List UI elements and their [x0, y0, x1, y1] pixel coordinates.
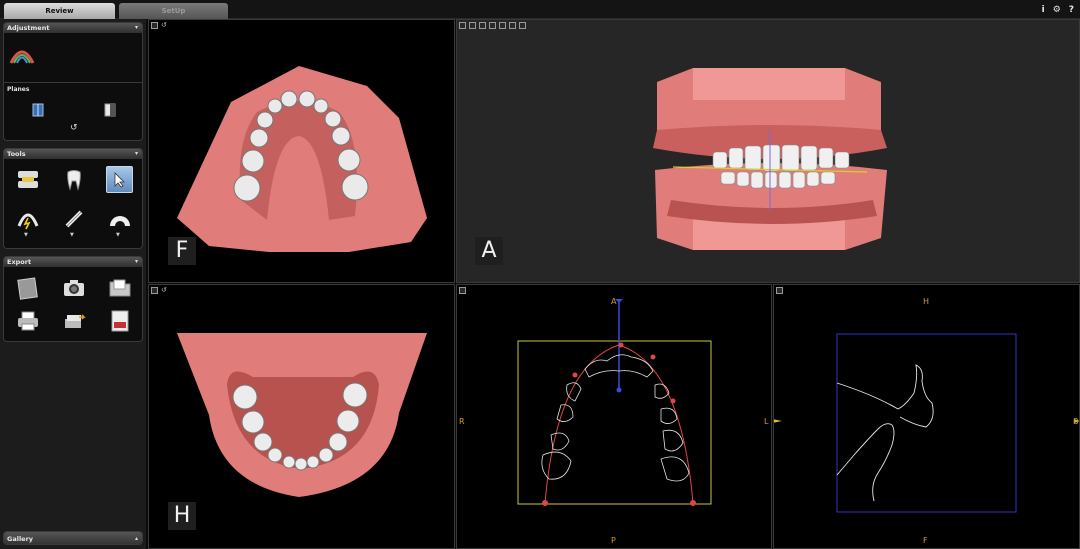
ruler-tool-button[interactable]: ▼	[60, 205, 87, 238]
axis-label-bottom: P	[611, 536, 616, 545]
view-label-a: A	[475, 237, 503, 265]
view-label-h: H	[168, 502, 196, 530]
select-tool-button[interactable]	[106, 166, 133, 193]
viewport-sagittal-section[interactable]: H F L B	[773, 284, 1080, 549]
chevron-down-icon[interactable]: ▼	[70, 232, 74, 238]
viewport-toolbar: ↺	[151, 22, 167, 29]
save-view-icon[interactable]	[776, 287, 783, 294]
axial-section-render	[517, 299, 712, 506]
info-icon[interactable]: i	[1042, 5, 1045, 15]
reset-view-icon[interactable]: ↺	[161, 287, 167, 294]
chevron-up-icon[interactable]: ▴	[135, 532, 138, 544]
viewport-lower-arch[interactable]: ↺ H	[148, 284, 455, 549]
axis-label-bottom: F	[923, 536, 928, 545]
view-left-icon[interactable]	[489, 22, 496, 29]
chevron-down-icon[interactable]: ▼	[116, 232, 120, 238]
top-bar: Review SetUp i ⚙ ?	[0, 0, 1080, 19]
panel-divider	[4, 82, 142, 83]
export-image-button[interactable]	[14, 274, 41, 301]
axis-label-right: L	[764, 417, 769, 426]
view-back-icon[interactable]	[479, 22, 486, 29]
viewport-frontal[interactable]: A	[456, 19, 1080, 283]
printer-icon[interactable]	[14, 307, 41, 334]
adjustment-title: Adjustment	[7, 24, 50, 32]
protractor-tool-button[interactable]: ▼	[106, 205, 133, 238]
tab-review[interactable]: Review	[4, 3, 115, 19]
axis-label-right: B	[1073, 417, 1079, 426]
viewport-toolbar: ↺	[151, 287, 167, 294]
sagittal-section-render	[774, 333, 1079, 513]
view-label-f: F	[168, 237, 196, 265]
chevron-down-icon[interactable]: ▾	[135, 23, 138, 33]
export-title: Export	[7, 258, 32, 266]
viewport-toolbar	[776, 287, 783, 294]
tools-panel: Tools ▾ ▼ ▼ ▼	[3, 148, 143, 249]
folder-icon[interactable]	[106, 274, 133, 301]
pdf-export-icon[interactable]	[106, 307, 133, 334]
chevron-down-icon[interactable]: ▾	[135, 149, 138, 159]
adjustment-panel: Adjustment ▾ Planes ↺	[3, 22, 143, 141]
view-bottom-icon[interactable]	[519, 22, 526, 29]
tooth-tool-button[interactable]	[60, 166, 87, 193]
app-window: Review SetUp i ⚙ ? Adjustment ▾ Planes ↺…	[0, 0, 1080, 549]
sidebar: Adjustment ▾ Planes ↺ Tools ▾ ▼ ▼ ▼ Expo…	[0, 19, 146, 549]
view-right-icon[interactable]	[499, 22, 506, 29]
axis-label-left: R	[459, 417, 465, 426]
reset-view-icon[interactable]: ↺	[161, 22, 167, 29]
view-top-icon[interactable]	[509, 22, 516, 29]
save-view-icon[interactable]	[459, 287, 466, 294]
export-header[interactable]: Export ▾	[4, 257, 142, 267]
axis-label-top: A	[611, 297, 617, 306]
save-view-icon[interactable]	[459, 22, 466, 29]
reset-rotation-icon[interactable]: ↺	[70, 123, 78, 133]
occlusion-tool-button[interactable]	[14, 166, 41, 193]
save-view-icon[interactable]	[151, 287, 158, 294]
export-stack-button[interactable]	[60, 307, 87, 334]
help-icon[interactable]: ?	[1069, 5, 1074, 15]
arch-adjust-icon[interactable]	[9, 45, 35, 65]
viewport-upper-arch[interactable]: ↺ F	[148, 19, 455, 283]
gallery-header[interactable]: Gallery ▴	[4, 532, 142, 544]
tools-header[interactable]: Tools ▾	[4, 149, 142, 159]
planes-title: Planes	[7, 86, 30, 93]
viewport-toolbar	[459, 22, 526, 29]
arch-measure-tool-button[interactable]: ▼	[14, 205, 41, 238]
chevron-down-icon[interactable]: ▼	[24, 232, 28, 238]
tools-title: Tools	[7, 150, 26, 158]
viewport-toolbar	[459, 287, 466, 294]
adjustment-header[interactable]: Adjustment ▾	[4, 23, 142, 33]
settings-icon[interactable]: ⚙	[1053, 5, 1061, 15]
chevron-down-icon[interactable]: ▾	[135, 257, 138, 267]
frontal-render	[653, 68, 887, 250]
export-grid	[14, 274, 133, 334]
tools-grid: ▼ ▼ ▼	[14, 166, 133, 238]
viewport-axial-section[interactable]: A P R L	[456, 284, 772, 549]
top-icons: i ⚙ ?	[1042, 5, 1074, 15]
view-front-icon[interactable]	[469, 22, 476, 29]
plane-right-icon[interactable]	[104, 103, 116, 117]
tab-setup[interactable]: SetUp	[119, 3, 228, 19]
export-panel: Export ▾	[3, 256, 143, 342]
gallery-panel[interactable]: Gallery ▴	[3, 531, 143, 545]
plane-left-icon[interactable]	[32, 103, 44, 117]
save-view-icon[interactable]	[151, 22, 158, 29]
gallery-title: Gallery	[7, 535, 34, 543]
camera-icon[interactable]	[60, 274, 87, 301]
axis-label-top: H	[923, 297, 930, 306]
